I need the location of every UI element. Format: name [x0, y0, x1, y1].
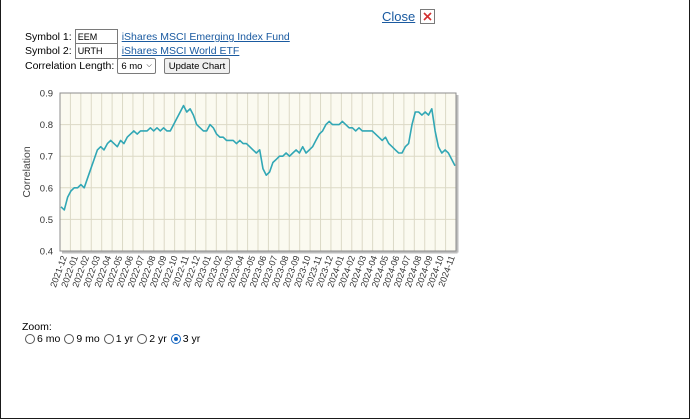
y-tick-label: 0.4: [40, 247, 53, 258]
y-tick-label: 0.8: [40, 120, 53, 131]
zoom-option-1-yr[interactable]: 1 yr: [103, 333, 134, 345]
correlation-chart: 0.40.50.60.70.80.9Correlation2021-122022…: [21, 89, 459, 289]
zoom-option-label: 9 mo: [76, 333, 100, 345]
zoom-radio[interactable]: [103, 334, 114, 344]
y-tick-label: 0.6: [40, 183, 53, 194]
zoom-option-3-yr[interactable]: 3 yr: [170, 333, 201, 345]
zoom-option-label: 3 yr: [182, 333, 201, 345]
zoom-radio[interactable]: [64, 334, 75, 344]
y-tick-label: 0.7: [40, 152, 53, 163]
zoom-option-label: 1 yr: [115, 333, 134, 345]
y-axis-label: Correlation: [21, 146, 33, 198]
zoom-option-label: 6 mo: [37, 333, 61, 345]
zoom-option-2-yr[interactable]: 2 yr: [137, 333, 167, 345]
zoom-option-6-mo[interactable]: 6 mo: [25, 333, 60, 345]
zoom-radio[interactable]: [137, 334, 148, 344]
zoom-options: 6 mo 9 mo 1 yr 2 yr 3 yr: [25, 333, 204, 345]
zoom-option-label: 2 yr: [149, 333, 167, 345]
zoom-option-9-mo[interactable]: 9 mo: [64, 333, 100, 345]
zoom-radio[interactable]: [25, 334, 35, 344]
zoom-radio[interactable]: [170, 334, 181, 344]
y-tick-label: 0.9: [40, 89, 53, 100]
y-tick-label: 0.5: [40, 215, 53, 226]
zoom-label: Zoom:: [22, 321, 52, 333]
